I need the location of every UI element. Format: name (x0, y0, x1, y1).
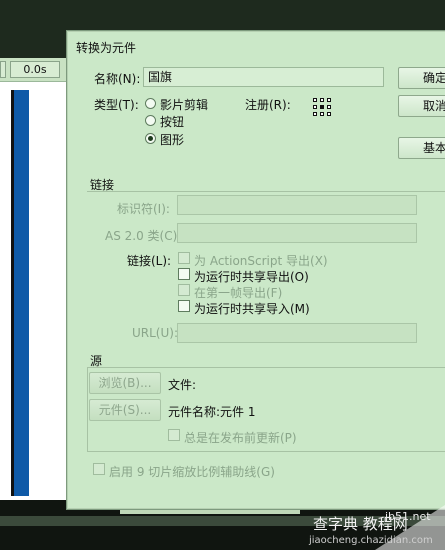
source-divider (87, 367, 445, 368)
reg-point-icon[interactable] (327, 105, 331, 109)
type-option-graphic: 图形 (160, 133, 185, 147)
file-label: 文件: (168, 378, 197, 392)
type-option-button: 按钮 (160, 115, 185, 129)
export-runtime-sharing-label: 为运行时共享导出(O) (194, 270, 309, 284)
import-runtime-sharing-label: 为运行时共享导入(M) (194, 302, 310, 316)
type-label: 类型(T): (94, 98, 139, 112)
type-option-movieclip: 影片剪辑 (160, 98, 209, 112)
enable-guides-label: 启用 9 切片缩放比例辅助线(G) (109, 465, 275, 479)
flag-stripe (11, 90, 29, 496)
registration-grid[interactable] (313, 98, 331, 116)
type-radio-graphic[interactable] (145, 133, 156, 144)
linkage-divider (87, 191, 445, 192)
export-first-frame-checkbox[interactable] (178, 284, 190, 296)
export-runtime-sharing-checkbox[interactable] (178, 268, 190, 280)
source-frame-left (87, 367, 88, 451)
registration-label: 注册(R): (245, 98, 291, 112)
reg-point-icon[interactable] (313, 105, 317, 109)
symbol-name-text: 元件名称:元件 1 (168, 405, 256, 419)
browse-button[interactable]: 浏览(B)... (89, 372, 161, 394)
convert-to-symbol-dialog: 转换为元件 名称(N): 国旗 类型(T): 影片剪辑 按钮 图形 注册(R):… (66, 30, 445, 510)
watermark: 查字典 教程网 jiaocheng.chazidian.com jb51.net (305, 505, 445, 550)
import-runtime-sharing-checkbox[interactable] (178, 300, 190, 312)
watermark-site: jb51.net (385, 510, 431, 523)
reg-point-icon[interactable] (327, 112, 331, 116)
always-update-checkbox[interactable] (168, 429, 180, 441)
export-first-frame-label: 在第一帧导出(F) (194, 286, 283, 300)
timeline-toolbar: 0.0s (0, 58, 72, 82)
symbol-button[interactable]: 元件(S)... (89, 399, 161, 421)
type-radio-movieclip[interactable] (145, 98, 156, 109)
url-field[interactable] (177, 323, 417, 343)
time-display: 0.0s (10, 61, 60, 78)
export-actionscript-checkbox[interactable] (178, 252, 190, 264)
name-label: 名称(N): (94, 72, 141, 86)
reg-point-icon[interactable] (320, 105, 324, 109)
reg-point-icon[interactable] (320, 112, 324, 116)
reg-point-icon[interactable] (313, 98, 317, 102)
basic-button[interactable]: 基本 (398, 137, 445, 159)
linkage-label: 链接(L): (127, 254, 172, 268)
export-actionscript-label: 为 ActionScript 导出(X) (194, 254, 328, 268)
source-frame-bottom (87, 451, 445, 452)
enable-guides-checkbox[interactable] (93, 463, 105, 475)
name-field[interactable]: 国旗 (143, 67, 384, 87)
as-class-label: AS 2.0 类(C): (105, 229, 182, 243)
toolbar-separator (0, 61, 6, 78)
type-radio-button[interactable] (145, 115, 156, 126)
reg-point-icon[interactable] (313, 112, 317, 116)
cancel-button[interactable]: 取消 (398, 95, 445, 117)
dialog-title: 转换为元件 (76, 41, 137, 55)
identifier-field[interactable] (177, 195, 417, 215)
reg-point-icon[interactable] (320, 98, 324, 102)
watermark-line2: jiaocheng.chazidian.com (309, 535, 433, 546)
ok-button[interactable]: 确定 (398, 67, 445, 89)
identifier-label: 标识符(I): (117, 202, 170, 216)
dialog-titlebar: 转换为元件 (67, 31, 445, 61)
as-class-field[interactable] (177, 223, 417, 243)
url-label: URL(U): (132, 326, 178, 340)
always-update-label: 总是在发布前更新(P) (184, 431, 297, 445)
reg-point-icon[interactable] (327, 98, 331, 102)
